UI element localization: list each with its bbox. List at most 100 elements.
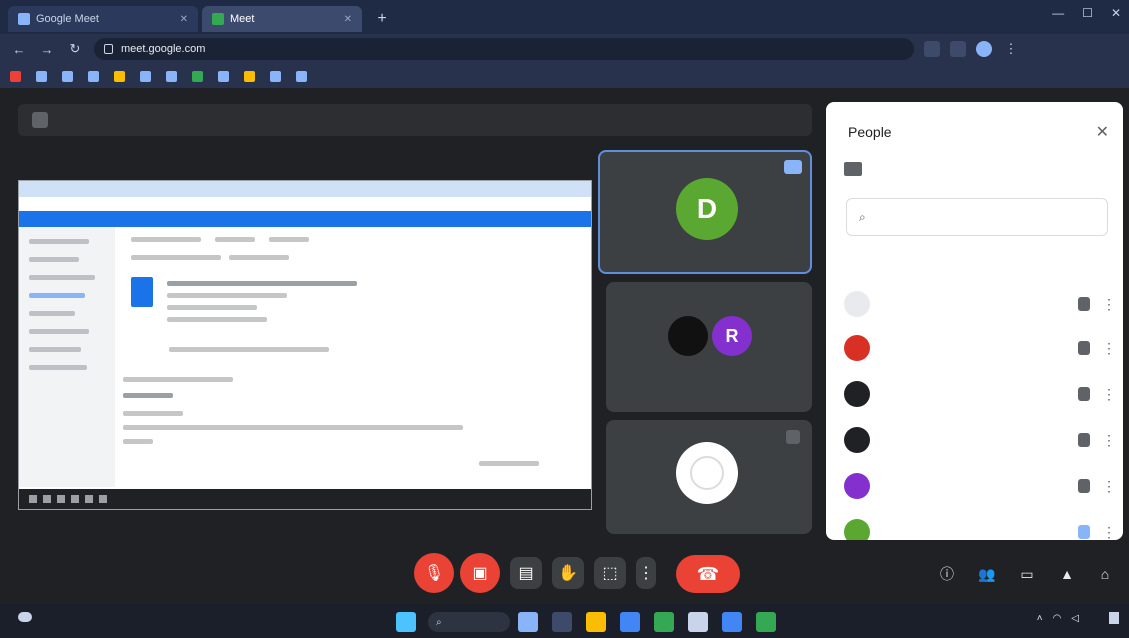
tab-favicon-icon — [212, 13, 224, 25]
mic-off-button[interactable]: 🎙 — [414, 553, 454, 593]
file-explorer-icon[interactable] — [586, 612, 606, 632]
bookmark-item[interactable] — [10, 70, 26, 82]
wifi-icon[interactable]: ◠ — [1053, 613, 1062, 624]
participant-row[interactable]: ⋮ — [844, 420, 1116, 460]
menu-icon[interactable]: ⋮ — [1002, 40, 1020, 58]
activities-icon[interactable]: ▲ — [1056, 563, 1078, 585]
bookmark-item[interactable] — [166, 70, 182, 82]
bookmark-item[interactable] — [270, 70, 286, 82]
bookmark-item[interactable] — [140, 70, 156, 82]
taskbar-app-icon[interactable] — [552, 612, 572, 632]
more-options-button[interactable]: ⋮ — [636, 557, 656, 589]
shared-app-sidebar — [19, 227, 115, 487]
browser-app-icon[interactable] — [722, 612, 742, 632]
participant-row[interactable]: ⋮ — [844, 328, 1116, 368]
shared-window-titlebar — [19, 181, 591, 197]
bookmark-item[interactable] — [192, 70, 208, 82]
profile-avatar[interactable] — [976, 41, 992, 57]
more-options-icon[interactable]: ⋮ — [1102, 524, 1116, 541]
close-tab-icon[interactable]: ✕ — [344, 14, 352, 25]
shared-document-icon — [131, 277, 153, 307]
shared-taskbar-icon — [85, 495, 93, 503]
taskbar-search[interactable]: ⌕ — [428, 612, 510, 632]
more-options-icon[interactable]: ⋮ — [1102, 386, 1116, 403]
mic-icon[interactable] — [1078, 479, 1090, 493]
close-window-icon[interactable]: ✕ — [1111, 6, 1121, 20]
shared-nav-item — [29, 329, 89, 334]
tab-label: Meet — [230, 13, 255, 25]
chevron-up-icon[interactable]: ˄ — [1037, 613, 1043, 624]
tab-favicon-icon — [18, 13, 30, 25]
lock-icon[interactable]: ⌂ — [1094, 563, 1116, 585]
extension-icon[interactable] — [924, 41, 940, 57]
participant-row[interactable]: ⋮ — [844, 284, 1116, 324]
camera-off-button[interactable]: ▣ — [460, 553, 500, 593]
taskbar-app-icon[interactable] — [620, 612, 640, 632]
participant-row[interactable]: ⋮ — [844, 512, 1116, 541]
pin-icon[interactable] — [786, 430, 800, 444]
mic-icon[interactable] — [1078, 297, 1090, 311]
bookmark-item[interactable] — [62, 70, 78, 82]
people-icon[interactable]: 👥 — [976, 563, 998, 585]
tab-label: Google Meet — [36, 13, 99, 25]
taskbar-app-icon[interactable] — [654, 612, 674, 632]
new-tab-button[interactable]: + — [372, 9, 392, 29]
shared-taskbar-icon — [71, 495, 79, 503]
shared-nav-item — [29, 239, 89, 244]
bookmark-icon — [10, 70, 21, 82]
more-options-icon[interactable]: ⋮ — [1102, 340, 1116, 357]
browser-tab-active[interactable]: Meet ✕ — [202, 6, 362, 32]
present-button[interactable]: ⬚ — [594, 557, 626, 589]
speaking-indicator-icon — [784, 160, 802, 174]
participant-tile[interactable]: D — [598, 150, 812, 274]
captions-icon: ▤ — [518, 565, 534, 582]
bookmark-icon — [218, 70, 229, 82]
mic-icon[interactable] — [1078, 387, 1090, 401]
leave-call-button[interactable]: ☎ — [676, 555, 740, 593]
people-search-input[interactable]: ⌕ — [846, 198, 1108, 236]
shared-toolbar-line — [131, 255, 221, 260]
bookmarks-bar — [0, 64, 1129, 88]
raise-hand-button[interactable]: ✋ — [552, 557, 584, 589]
start-icon[interactable] — [396, 612, 416, 632]
mic-icon[interactable] — [1078, 525, 1090, 539]
bookmark-item[interactable] — [36, 70, 52, 82]
bookmark-item[interactable] — [244, 70, 260, 82]
chat-icon[interactable]: ▭ — [1016, 563, 1038, 585]
participant-row[interactable]: ⋮ — [844, 466, 1116, 506]
taskbar-app-icon[interactable] — [756, 612, 776, 632]
shared-tab-label — [131, 237, 201, 242]
participant-tile[interactable]: R — [606, 282, 812, 412]
close-tab-icon[interactable]: ✕ — [180, 14, 188, 25]
notification-icon[interactable] — [1109, 612, 1119, 624]
add-people-button[interactable] — [844, 162, 876, 176]
extension-icon[interactable] — [950, 41, 966, 57]
browser-tab[interactable]: Google Meet ✕ — [8, 6, 198, 32]
bookmark-item[interactable] — [114, 70, 130, 82]
task-view-icon[interactable] — [518, 612, 538, 632]
forward-icon[interactable]: → — [38, 40, 56, 58]
mic-icon[interactable] — [1078, 341, 1090, 355]
minimize-icon[interactable]: — — [1052, 6, 1064, 20]
close-icon[interactable]: ✕ — [1096, 122, 1109, 142]
address-bar[interactable]: meet.google.com — [94, 38, 914, 60]
bookmark-item[interactable] — [88, 70, 104, 82]
weather-widget[interactable] — [18, 612, 32, 622]
more-options-icon[interactable]: ⋮ — [1102, 432, 1116, 449]
mic-icon[interactable] — [1078, 433, 1090, 447]
more-options-icon[interactable]: ⋮ — [1102, 296, 1116, 313]
bookmark-item[interactable] — [218, 70, 234, 82]
user-icon — [690, 456, 724, 490]
more-options-icon[interactable]: ⋮ — [1102, 478, 1116, 495]
taskbar-app-icon[interactable] — [688, 612, 708, 632]
shared-nav-item — [29, 293, 85, 298]
volume-icon[interactable]: ◁ — [1071, 613, 1079, 624]
captions-button[interactable]: ▤ — [510, 557, 542, 589]
info-icon[interactable]: ⓘ — [936, 563, 958, 585]
reload-icon[interactable]: ↻ — [66, 40, 84, 58]
participant-tile[interactable] — [606, 420, 812, 534]
maximize-icon[interactable]: ☐ — [1082, 6, 1093, 20]
participant-row[interactable]: ⋮ — [844, 374, 1116, 414]
back-icon[interactable]: ← — [10, 40, 28, 58]
bookmark-item[interactable] — [296, 70, 312, 82]
